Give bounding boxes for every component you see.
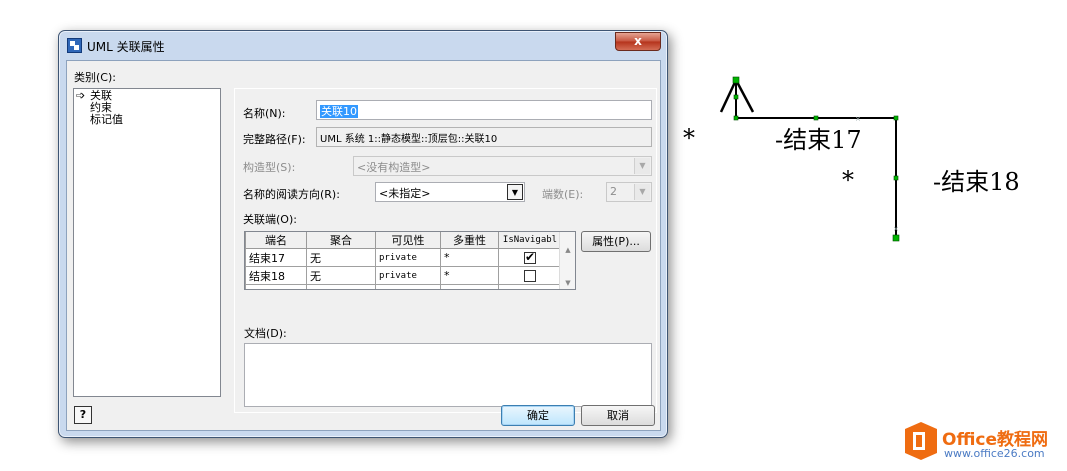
fullpath-field: UML 系统 1::静态模型::顶层包::关联10 xyxy=(316,127,652,147)
selected-arrow-icon: ➩ xyxy=(76,89,86,102)
table-row[interactable]: 结束17 无 private * xyxy=(245,248,562,267)
cell-end-name[interactable]: 结束17 xyxy=(245,248,307,267)
ends-count-label: 端数(E): xyxy=(542,188,584,201)
dialog-client-area: 类别(C): ➩ 关联 约束 标记值 名称(N): 关联10 完整路径(F): … xyxy=(66,60,661,431)
end-2-multiplicity[interactable]: * xyxy=(842,166,854,194)
column-header-aggregation[interactable]: 聚合 xyxy=(306,232,376,249)
svg-text:×: × xyxy=(893,225,899,233)
cell-visibility[interactable]: private xyxy=(375,248,441,267)
association-connector[interactable]: × × xyxy=(675,60,1055,260)
scroll-down-icon[interactable]: ▼ xyxy=(560,279,575,287)
app-icon xyxy=(67,38,82,53)
category-tree[interactable]: ➩ 关联 约束 标记值 xyxy=(73,88,221,397)
navigable-checkbox[interactable] xyxy=(524,270,536,282)
category-label: 类别(C): xyxy=(74,71,116,84)
documentation-label: 文档(D): xyxy=(244,327,287,340)
column-header-multiplicity[interactable]: 多重性 xyxy=(440,232,499,249)
name-value: 关联10 xyxy=(320,105,358,118)
office-logo-icon xyxy=(905,422,937,460)
chevron-down-icon: ▼ xyxy=(634,184,650,200)
cell-multiplicity[interactable]: * xyxy=(440,248,499,267)
category-item-tagged-values[interactable]: 标记值 xyxy=(90,114,123,126)
cell-multiplicity[interactable]: * xyxy=(440,266,499,285)
end-1-multiplicity[interactable]: * xyxy=(683,124,695,152)
stereotype-value: <没有构造型> xyxy=(357,161,431,174)
navigable-checkbox[interactable] xyxy=(524,250,536,264)
column-header-visibility[interactable]: 可见性 xyxy=(375,232,441,249)
column-header-end-name[interactable]: 端名 xyxy=(245,232,307,249)
cell-visibility[interactable]: private xyxy=(375,266,441,285)
window-title: UML 关联属性 xyxy=(87,40,165,54)
name-input[interactable]: 关联10 xyxy=(316,100,652,120)
documentation-textarea[interactable] xyxy=(244,343,652,407)
end-1-role-label[interactable]: -结束17 xyxy=(775,120,862,155)
scroll-up-icon[interactable]: ▲ xyxy=(560,246,575,254)
close-button[interactable]: x xyxy=(615,32,661,51)
uml-association-properties-dialog: UML 关联属性 x 类别(C): ➩ 关联 约束 标记值 名称(N): 关联1… xyxy=(58,30,668,438)
ok-button[interactable]: 确定 xyxy=(501,405,575,426)
name-label: 名称(N): xyxy=(243,107,286,120)
chevron-down-icon: ▼ xyxy=(634,158,650,174)
chevron-down-icon[interactable]: ▼ xyxy=(507,184,523,200)
ends-count-select: 2 ▼ xyxy=(606,182,652,202)
cell-aggregation[interactable]: 无 xyxy=(306,248,376,267)
association-ends-table[interactable]: 端名 聚合 可见性 多重性 IsNavigabl 结束17 无 private … xyxy=(244,231,576,290)
watermark-url: www.office26.com xyxy=(944,447,1045,460)
reading-direction-value: <未指定> xyxy=(379,187,431,200)
association-ends-label: 关联端(O): xyxy=(243,213,297,226)
title-bar[interactable]: UML 关联属性 x xyxy=(59,31,667,59)
stereotype-select: <没有构造型> ▼ xyxy=(353,156,652,176)
reading-direction-select[interactable]: <未指定> ▼ xyxy=(375,182,525,202)
cell-end-name[interactable]: 结束18 xyxy=(245,266,307,285)
fullpath-label: 完整路径(F): xyxy=(243,133,306,146)
help-icon[interactable]: ? xyxy=(74,406,92,424)
table-scrollbar[interactable]: ▲ ▼ xyxy=(559,232,575,289)
cell-aggregation[interactable]: 无 xyxy=(306,266,376,285)
end-properties-button[interactable]: 属性(P)... xyxy=(581,231,651,252)
table-header-row: 端名 聚合 可见性 多重性 IsNavigabl xyxy=(245,232,562,249)
ends-count-value: 2 xyxy=(610,185,617,198)
stereotype-label: 构造型(S): xyxy=(243,161,296,174)
table-row xyxy=(245,284,562,289)
uml-association-diagram[interactable]: × × * -结束17 * -结束18 xyxy=(675,60,1055,260)
end-2-role-label[interactable]: -结束18 xyxy=(933,162,1020,197)
table-row[interactable]: 结束18 无 private * xyxy=(245,266,562,285)
column-header-isnavigable[interactable]: IsNavigabl xyxy=(498,232,562,249)
reading-direction-label: 名称的阅读方向(R): xyxy=(243,188,340,201)
cancel-button[interactable]: 取消 xyxy=(581,405,655,426)
